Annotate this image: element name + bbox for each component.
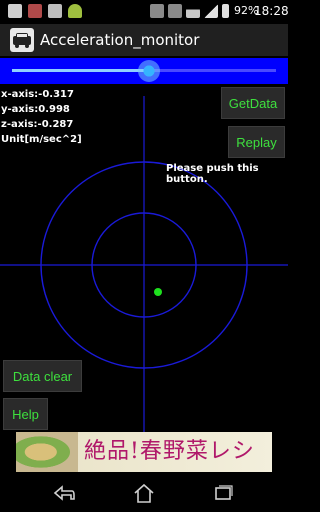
clock: 18:28 [254, 4, 289, 18]
signal-icon [204, 4, 218, 18]
sensitivity-slider[interactable] [0, 58, 288, 84]
home-icon[interactable] [132, 482, 156, 504]
help-button[interactable]: Help [3, 398, 48, 430]
android-icon [68, 4, 82, 18]
car-icon [10, 28, 34, 52]
ad-banner[interactable]: 絶品!春野菜レシピ [16, 432, 272, 472]
wifi-icon [186, 4, 200, 18]
recent-apps-icon[interactable] [212, 484, 234, 502]
notification-icon [8, 4, 22, 18]
unit-label: Unit[m/sec^2] [1, 134, 82, 145]
navigation-bar [0, 474, 288, 512]
food-photo [16, 432, 78, 472]
nfc-icon [150, 4, 164, 18]
mute-icon [168, 4, 182, 18]
get-data-button[interactable]: GetData [221, 87, 285, 119]
slider-thumb[interactable] [138, 60, 161, 82]
action-bar: Acceleration_monitor [0, 24, 288, 56]
back-icon[interactable] [52, 484, 76, 502]
status-bar: 92% 18:28 [0, 0, 289, 24]
shield-icon [28, 4, 42, 18]
hint-text: Please push this button. [166, 163, 259, 185]
data-clear-button[interactable]: Data clear [3, 360, 82, 392]
gallery-icon [48, 4, 62, 18]
replay-button[interactable]: Replay [228, 126, 285, 158]
acceleration-readout: x-axis:-0.317 y-axis:0.998 z-axis:-0.287… [1, 87, 82, 147]
y-axis-value: y-axis:0.998 [1, 104, 70, 115]
slider-fill [12, 69, 150, 72]
x-axis-value: x-axis:-0.317 [1, 89, 74, 100]
z-axis-value: z-axis:-0.287 [1, 119, 74, 130]
app-title: Acceleration_monitor [40, 31, 200, 49]
battery-icon [222, 4, 229, 18]
ad-text: 絶品!春野菜レシピ [84, 439, 255, 472]
acceleration-point [154, 288, 162, 296]
